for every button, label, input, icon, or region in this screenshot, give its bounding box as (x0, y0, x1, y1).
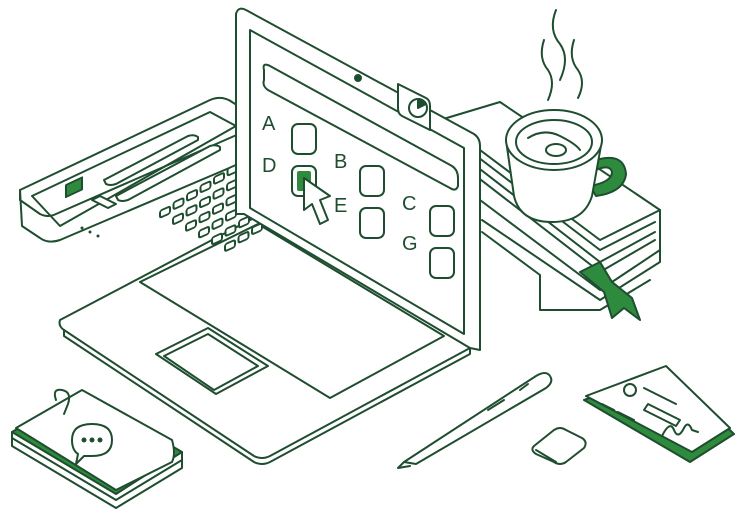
keyboard-key[interactable] (185, 204, 198, 217)
keyboard-key[interactable] (159, 205, 171, 219)
quiz-option-letter: A (262, 113, 276, 135)
quiz-option-box[interactable] (359, 165, 385, 197)
quiz-option-box[interactable] (359, 207, 385, 239)
quiz-option-box[interactable] (429, 247, 455, 279)
workspace-illustration: A B C D E G (11, 7, 735, 509)
keyboard-key[interactable] (172, 212, 184, 225)
tablet (19, 96, 249, 243)
keyboard-key[interactable] (186, 189, 198, 202)
keyboard-key[interactable] (198, 210, 211, 224)
keyboard-key[interactable] (199, 195, 211, 209)
quiz-option-letter: E (334, 195, 347, 217)
quiz-option-box[interactable] (291, 123, 317, 155)
quiz-option-letter: D (262, 155, 276, 177)
keyboard-key[interactable] (225, 209, 237, 222)
keyboard-key[interactable] (211, 217, 224, 230)
signature-card (583, 365, 735, 463)
keyboard-key[interactable] (199, 180, 212, 193)
coffee-cup (505, 9, 627, 223)
keyboard-key[interactable] (172, 197, 185, 210)
pen (397, 372, 553, 469)
quiz-option-letter: B (334, 151, 347, 173)
keyboard-key[interactable] (212, 202, 224, 215)
quiz-option-letter: C (402, 193, 416, 215)
keyboard-key[interactable] (185, 219, 197, 232)
laptop: A B C D E G (58, 7, 481, 465)
webcam (354, 74, 362, 82)
illustration-stage: A B C D E G (0, 0, 747, 512)
eraser (531, 427, 587, 465)
quiz-option-box[interactable] (429, 205, 455, 237)
quiz-option-letter: G (402, 233, 418, 255)
notepad (11, 388, 183, 509)
keyboard-key[interactable] (212, 187, 225, 200)
keyboard-key[interactable] (198, 226, 210, 239)
